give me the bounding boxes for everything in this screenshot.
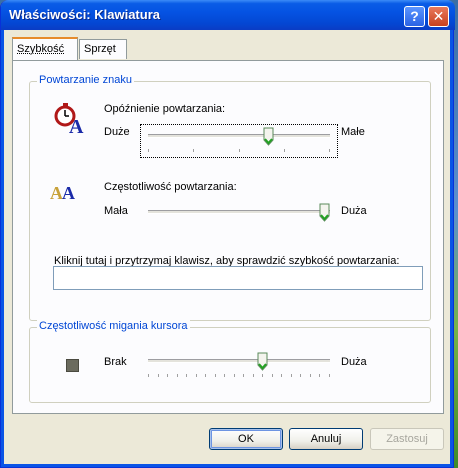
delay-slider-track: [148, 134, 330, 138]
ok-button[interactable]: OK: [209, 428, 283, 450]
rate-slider[interactable]: [148, 203, 330, 231]
slider-tick: [329, 149, 330, 152]
slider-tick: [224, 374, 225, 377]
cursor-block-icon: [66, 359, 79, 372]
slider-tick: [284, 149, 285, 152]
cursor-blink-legend: Częstotliwość migania kursora: [37, 320, 190, 332]
slider-tick: [243, 374, 244, 377]
apply-button[interactable]: Zastosuj: [370, 428, 444, 450]
slider-tick: [167, 374, 168, 377]
slider-tick: [272, 374, 273, 377]
delay-label: Opóźnienie powtarzania:: [104, 103, 226, 115]
cursor-right-label: Duża: [341, 356, 367, 368]
svg-text:A: A: [62, 183, 75, 203]
rate-left-label: Mała: [104, 205, 128, 217]
delay-slider-ticks: [148, 149, 330, 152]
stopwatch-icon: A: [54, 103, 84, 134]
cursor-blink-group: Częstotliwość migania kursora Brak Duża: [29, 320, 431, 403]
slider-tick: [215, 374, 216, 377]
cursor-left-label: Brak: [104, 356, 127, 368]
slider-tick: [205, 374, 206, 377]
delay-left-label: Duże: [104, 126, 130, 138]
title-bar[interactable]: Właściwości: Klawiatura ? ✕: [1, 0, 455, 30]
tab-speed[interactable]: Szybkość: [12, 37, 78, 60]
help-button[interactable]: ?: [404, 6, 425, 27]
svg-text:A: A: [69, 116, 84, 134]
cursor-slider-track: [148, 359, 330, 363]
slider-tick: [291, 374, 292, 377]
rate-slider-ticks: [148, 225, 330, 228]
slider-tick: [148, 374, 149, 377]
slider-tick: [196, 374, 197, 377]
delay-slider-thumb[interactable]: [263, 127, 274, 147]
delay-right-label: Małe: [341, 126, 365, 138]
help-icon: ?: [410, 8, 419, 24]
repeating-aa-icon: A A: [50, 183, 75, 203]
slider-tick: [319, 374, 320, 377]
tab-speed-label: Szybkość: [17, 43, 65, 55]
slider-tick: [158, 374, 159, 377]
cursor-slider-thumb[interactable]: [257, 352, 268, 372]
close-button[interactable]: ✕: [428, 6, 449, 27]
rate-label: Częstotliwość powtarzania:: [104, 181, 237, 193]
slider-tick: [193, 149, 194, 152]
slider-tick: [148, 149, 149, 152]
character-repeat-legend: Powtarzanie znaku: [37, 74, 134, 86]
close-icon: ✕: [432, 8, 445, 24]
slider-tick: [262, 374, 263, 377]
keyboard-properties-window: Właściwości: Klawiatura ? ✕ Szybkość Spr…: [0, 0, 455, 468]
delay-slider[interactable]: [148, 127, 330, 155]
slider-tick: [281, 374, 282, 377]
rate-right-label: Duża: [341, 205, 367, 217]
cancel-button[interactable]: Anuluj: [289, 428, 363, 450]
rate-slider-track: [148, 210, 330, 214]
slider-tick: [300, 374, 301, 377]
cursor-blink-slider[interactable]: [148, 352, 330, 380]
slider-tick: [234, 374, 235, 377]
slider-tick: [310, 374, 311, 377]
rate-slider-thumb[interactable]: [319, 203, 330, 223]
slider-tick: [177, 374, 178, 377]
repeat-test-input[interactable]: [53, 266, 423, 290]
tab-hardware[interactable]: Sprzęt: [79, 39, 127, 59]
slider-tick: [239, 149, 240, 152]
cursor-slider-ticks: [148, 374, 330, 377]
window-title: Właściwości: Klawiatura: [9, 7, 160, 22]
slider-tick: [329, 374, 330, 377]
tab-hardware-label: Sprzęt: [84, 43, 116, 55]
tab-panel-speed: Powtarzanie znaku A Opóźnienie powtarzan…: [12, 60, 444, 414]
slider-tick: [253, 374, 254, 377]
slider-tick: [186, 374, 187, 377]
